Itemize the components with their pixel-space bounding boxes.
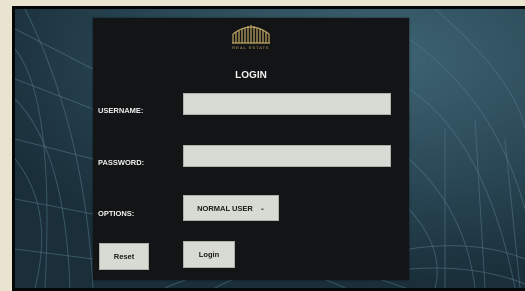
login-title: LOGIN [235,70,267,81]
username-field[interactable] [183,93,391,115]
company-logo: REAL ESTATE [211,22,291,58]
username-label: USERNAME: [98,106,144,115]
company-name: REAL ESTATE [232,45,270,50]
building-skyline-icon [232,25,270,44]
login-button-label: Login [198,250,220,259]
reset-button-label: Reset [113,252,135,261]
password-field[interactable] [183,145,391,167]
chevron-down-icon: ⌄ [259,205,265,212]
options-label: OPTIONS: [98,209,135,218]
options-selected-value: NORMAL USER [197,203,253,213]
password-label: PASSWORD: [98,158,145,167]
login-window: REAL ESTATE LOGIN USERNAME: PASSWORD: OP… [15,9,525,288]
monitor-screen: REAL ESTATE LOGIN USERNAME: PASSWORD: OP… [12,6,525,291]
login-button[interactable]: Login [183,241,235,268]
reset-button[interactable]: Reset [99,243,149,270]
login-panel: REAL ESTATE LOGIN USERNAME: PASSWORD: OP… [93,18,409,280]
options-select[interactable]: NORMAL USER ⌄ [183,195,279,221]
